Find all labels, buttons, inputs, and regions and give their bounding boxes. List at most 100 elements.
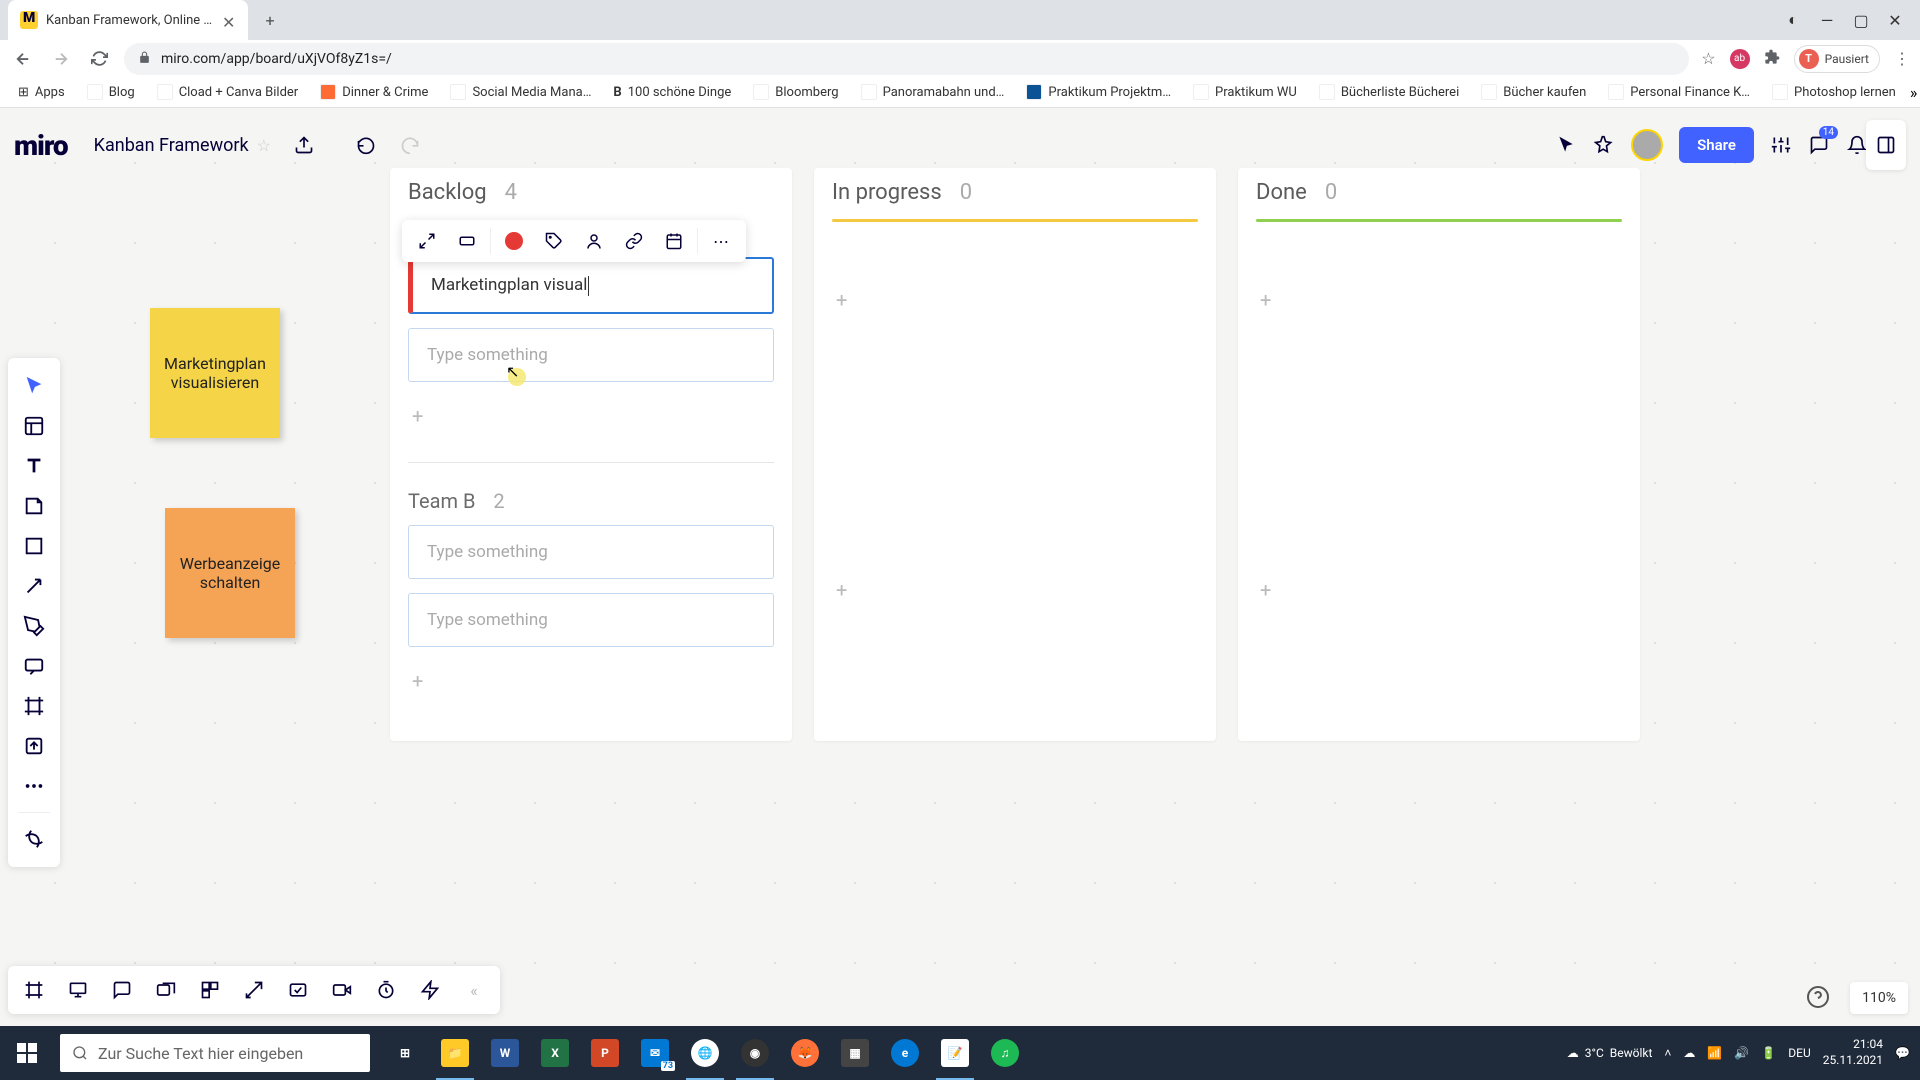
zoom-level[interactable]: 110%	[1850, 982, 1908, 1014]
panel-toggle-icon[interactable]	[1866, 120, 1906, 170]
card-color-icon[interactable]	[497, 224, 531, 258]
cards-icon[interactable]	[148, 972, 184, 1008]
activity-icon[interactable]	[412, 972, 448, 1008]
upload-tool[interactable]	[8, 726, 60, 766]
minimize-icon[interactable]: —	[1820, 13, 1834, 27]
bookmark-item[interactable]: Panoramabahn und…	[853, 80, 1013, 104]
frames-panel-icon[interactable]	[16, 972, 52, 1008]
select-tool[interactable]	[8, 366, 60, 406]
task-view-icon[interactable]: ⊞	[380, 1026, 430, 1080]
omnibox[interactable]: miro.com/app/board/uXjVOf8yZ1s=/	[124, 43, 1689, 75]
spotify-icon[interactable]: ♫	[980, 1026, 1030, 1080]
notifications-icon[interactable]: 💬	[1895, 1046, 1910, 1060]
bookmark-item[interactable]: Social Media Mana…	[442, 80, 599, 104]
share-button[interactable]: Share	[1679, 127, 1754, 163]
more-tools-icon[interactable]	[8, 766, 60, 806]
comment-tool[interactable]	[8, 646, 60, 686]
screenshare-icon[interactable]	[236, 972, 272, 1008]
video-icon[interactable]	[324, 972, 360, 1008]
bookmark-item[interactable]: Cload + Canva Bilder	[149, 80, 307, 104]
start-button[interactable]	[0, 1026, 54, 1080]
presentation-icon[interactable]	[60, 972, 96, 1008]
reload-button[interactable]	[86, 46, 112, 72]
onedrive-icon[interactable]: ☁	[1683, 1046, 1695, 1060]
back-button[interactable]	[10, 46, 36, 72]
bookmark-item[interactable]: Praktikum WU	[1185, 80, 1305, 104]
apps-tool[interactable]	[8, 819, 60, 859]
sticky-tool[interactable]	[8, 486, 60, 526]
sticky-note-orange[interactable]: Werbeanzeige schalten	[165, 508, 295, 638]
bookmark-item[interactable]: Bücher kaufen	[1473, 80, 1594, 104]
chat-icon[interactable]	[192, 972, 228, 1008]
bookmark-item[interactable]: Personal Finance K…	[1600, 80, 1758, 104]
bookmark-item[interactable]: Dinner & Crime	[312, 80, 436, 104]
clock[interactable]: 21:04 25.11.2021	[1823, 1037, 1883, 1068]
undo-icon[interactable]	[355, 134, 377, 156]
comments-icon[interactable]: 14	[1808, 134, 1830, 156]
weather-widget[interactable]: ☁ 3°C Bewölkt	[1567, 1046, 1653, 1060]
notepad-icon[interactable]: 📝	[930, 1026, 980, 1080]
word-icon[interactable]: W	[480, 1026, 530, 1080]
board-title[interactable]: Kanban Framework	[94, 135, 249, 156]
bookmark-star-icon[interactable]: ☆	[1701, 49, 1715, 68]
bookmark-item[interactable]: Bücherliste Bücherei	[1311, 80, 1467, 104]
bookmark-item[interactable]: Bloomberg	[745, 80, 846, 104]
collapse-toolbar-icon[interactable]: «	[456, 972, 492, 1008]
voting-icon[interactable]	[280, 972, 316, 1008]
timer-icon[interactable]	[368, 972, 404, 1008]
bookmark-item[interactable]: Blog	[79, 80, 143, 104]
mail-icon[interactable]: ✉73	[630, 1026, 680, 1080]
taskbar-search[interactable]: Zur Suche Text hier eingeben	[60, 1034, 370, 1072]
sticky-note-yellow[interactable]: Marketingplan visualisieren	[150, 308, 280, 438]
wifi-icon[interactable]: 📶	[1707, 1046, 1722, 1060]
extensions-icon[interactable]	[1764, 49, 1780, 69]
bookmark-item[interactable]: Praktikum Projektm…	[1018, 80, 1179, 104]
expand-card-icon[interactable]	[410, 224, 444, 258]
obs-icon[interactable]: ◉	[730, 1026, 780, 1080]
explorer-icon[interactable]: 📁	[430, 1026, 480, 1080]
kebab-menu-icon[interactable]: ⋮	[1894, 49, 1910, 68]
card-link-icon[interactable]	[617, 224, 651, 258]
settings-icon[interactable]	[1770, 134, 1792, 156]
comments-panel-icon[interactable]	[104, 972, 140, 1008]
card-type-icon[interactable]	[450, 224, 484, 258]
card-date-icon[interactable]	[657, 224, 691, 258]
close-window-icon[interactable]: ✕	[1888, 13, 1902, 27]
sync-off-icon[interactable]: ◐	[1786, 13, 1800, 27]
bookmark-item[interactable]: Photoshop lernen	[1764, 80, 1904, 104]
cursor-mode-icon[interactable]	[1555, 134, 1577, 156]
bookmark-item[interactable]: B100 schöne Dinge	[605, 81, 739, 104]
canvas[interactable]: Marketingplan visualisieren Werbeanzeige…	[0, 108, 1920, 1026]
card-more-icon[interactable]: ⋯	[704, 224, 738, 258]
line-tool[interactable]	[8, 566, 60, 606]
miro-logo[interactable]: miro	[14, 129, 68, 162]
profile-button[interactable]: T Pausiert	[1794, 45, 1880, 73]
browser-tab[interactable]: Kanban Framework, Online Whi… ✕	[8, 0, 248, 40]
reactions-icon[interactable]	[1593, 134, 1615, 156]
text-tool[interactable]	[8, 446, 60, 486]
card-assignee-icon[interactable]	[577, 224, 611, 258]
excel-icon[interactable]: X	[530, 1026, 580, 1080]
export-icon[interactable]	[293, 134, 315, 156]
extension-icon[interactable]: ab	[1730, 49, 1750, 69]
chrome-icon[interactable]: 🌐	[680, 1026, 730, 1080]
edge-icon[interactable]: e	[880, 1026, 930, 1080]
battery-icon[interactable]: 🔋	[1761, 1046, 1776, 1060]
maximize-icon[interactable]: ▢	[1854, 13, 1868, 27]
pen-tool[interactable]	[8, 606, 60, 646]
help-icon[interactable]	[1806, 985, 1832, 1011]
language-indicator[interactable]: DEU	[1788, 1046, 1810, 1060]
app-icon[interactable]: ▦	[830, 1026, 880, 1080]
shape-tool[interactable]	[8, 526, 60, 566]
bookmarks-overflow-icon[interactable]: »	[1910, 83, 1918, 102]
bell-icon[interactable]	[1846, 134, 1868, 156]
close-tab-icon[interactable]: ✕	[222, 13, 236, 27]
volume-icon[interactable]: 🔊	[1734, 1046, 1749, 1060]
star-board-icon[interactable]: ☆	[257, 136, 271, 155]
templates-tool[interactable]	[8, 406, 60, 446]
powerpoint-icon[interactable]: P	[580, 1026, 630, 1080]
apps-shortcut[interactable]: ⊞Apps	[10, 81, 73, 104]
firefox-icon[interactable]: 🦊	[780, 1026, 830, 1080]
new-tab-button[interactable]: +	[256, 6, 284, 34]
frame-tool[interactable]	[8, 686, 60, 726]
